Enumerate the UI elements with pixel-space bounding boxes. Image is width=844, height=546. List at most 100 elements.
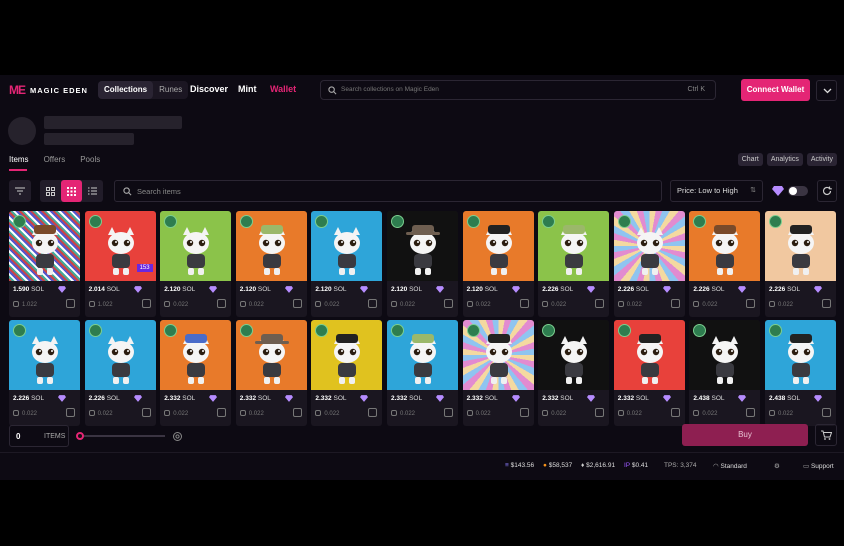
items-search-input[interactable]: Search items (114, 180, 662, 202)
cart-button[interactable] (815, 424, 837, 446)
priority-mode[interactable]: ◠ Standard (713, 462, 747, 470)
tab-analytics[interactable]: Analytics (766, 153, 803, 166)
item-card[interactable]: 2.120 SOL 0.022 (160, 211, 232, 317)
nav-link-wallet[interactable]: Wallet (270, 84, 296, 94)
quantity-slider[interactable] (76, 432, 165, 440)
add-to-cart-icon[interactable] (368, 299, 378, 308)
item-card[interactable]: 2.332 SOL 0.022 (160, 320, 232, 426)
settings-icon[interactable] (172, 431, 183, 442)
item-card[interactable]: 2.226 SOL 0.022 (689, 211, 761, 317)
add-to-cart-icon[interactable] (292, 408, 302, 417)
add-to-cart-icon[interactable] (141, 408, 151, 417)
add-to-cart-icon[interactable] (292, 299, 302, 308)
item-price: 2.332 SOL (467, 395, 498, 402)
gem-toggle[interactable] (788, 186, 808, 196)
add-to-cart-icon[interactable] (141, 299, 151, 308)
sort-select[interactable]: Price: Low to High ⇅ (670, 180, 763, 202)
collection-badge-icon (391, 215, 404, 228)
tab-collections[interactable]: Collections (98, 81, 154, 99)
item-card[interactable]: 2.332 SOL 0.022 (387, 320, 458, 426)
buy-button[interactable]: Buy (682, 424, 808, 446)
price-unit: SOL (31, 395, 45, 402)
settings-gear-icon[interactable]: ⚙ (774, 462, 780, 470)
add-to-cart-icon[interactable] (670, 408, 680, 417)
item-card[interactable]: 2.332 SOL 0.022 (235, 320, 307, 426)
tab-items[interactable]: Items (9, 155, 29, 164)
item-card[interactable]: 2.332 SOL 0.022 (538, 320, 610, 426)
item-card[interactable]: 2.226 SOL 0.022 (84, 320, 156, 426)
price-value: 1.590 (13, 286, 30, 293)
item-price: 2.120 SOL (467, 286, 498, 293)
support-link[interactable]: ▭ Support (803, 462, 834, 470)
add-to-cart-icon[interactable] (822, 408, 831, 417)
add-to-cart-icon[interactable] (217, 299, 227, 308)
add-to-cart-icon[interactable] (444, 299, 453, 308)
add-to-cart-icon[interactable] (746, 299, 756, 308)
add-to-cart-icon[interactable] (519, 408, 529, 417)
item-card[interactable]: 2.120 SOL 0.022 (462, 211, 534, 317)
tab-offers[interactable]: Offers (44, 155, 66, 164)
btc-icon: ● (543, 462, 547, 469)
item-card[interactable]: 2.438 SOL 0.022 (765, 320, 836, 426)
item-last-sale: 0.022 (693, 301, 717, 308)
item-card[interactable]: 2.120 SOL 0.022 (235, 211, 307, 317)
refresh-button[interactable] (817, 180, 837, 202)
item-card[interactable]: 2.226 SOL 0.022 (613, 211, 685, 317)
add-to-cart-icon[interactable] (66, 299, 75, 308)
item-card[interactable]: 2.332 SOL 0.022 (613, 320, 685, 426)
menu-button[interactable] (816, 80, 837, 101)
last-sale-value: 0.022 (324, 411, 340, 417)
brand-logo[interactable]: ME MAGIC EDEN (9, 83, 88, 97)
grid-large-view-button[interactable] (40, 180, 61, 202)
connect-wallet-button[interactable]: Connect Wallet (741, 79, 810, 101)
item-card[interactable]: 1.590 SOL 1.022 (9, 211, 80, 317)
item-card[interactable]: 2.120 SOL 0.022 (311, 211, 383, 317)
gem-icon (360, 395, 369, 402)
price-unit: SOL (560, 286, 574, 293)
item-card[interactable]: 2.226 SOL 0.022 (9, 320, 80, 426)
ip-price: $0.41 (631, 462, 649, 469)
add-to-cart-icon[interactable] (66, 408, 75, 417)
item-card[interactable]: 2.226 SOL 0.022 (538, 211, 610, 317)
item-card[interactable]: 2.226 SOL 0.022 (765, 211, 836, 317)
tab-pools[interactable]: Pools (80, 155, 100, 164)
tab-chart[interactable]: Chart (737, 153, 763, 166)
filter-button[interactable] (9, 180, 31, 202)
gem-icon (662, 395, 671, 402)
add-to-cart-icon[interactable] (368, 408, 378, 417)
price-value: 2.014 (88, 286, 105, 293)
add-to-cart-icon[interactable] (444, 408, 453, 417)
grid-small-icon (67, 186, 76, 196)
add-to-cart-icon[interactable] (746, 408, 756, 417)
add-to-cart-icon[interactable] (217, 408, 227, 417)
tab-activity[interactable]: Activity (806, 153, 837, 166)
toggle-knob (789, 187, 797, 195)
grid-small-view-button[interactable] (61, 180, 82, 202)
add-to-cart-icon[interactable] (822, 299, 831, 308)
item-card[interactable]: 153 2.014 SOL 1.022 (84, 211, 156, 317)
item-card[interactable]: 2.438 SOL 0.022 (689, 320, 761, 426)
add-to-cart-icon[interactable] (595, 408, 605, 417)
add-to-cart-icon[interactable] (670, 299, 680, 308)
last-sale-icon (769, 410, 775, 416)
item-last-sale: 0.022 (769, 301, 793, 308)
last-sale-icon (391, 410, 397, 416)
tab-runes[interactable]: Runes (153, 81, 188, 99)
nav-link-mint[interactable]: Mint (238, 84, 257, 94)
last-sale-icon (391, 301, 397, 307)
add-to-cart-icon[interactable] (595, 299, 605, 308)
nav-link-discover[interactable]: Discover (190, 84, 228, 94)
item-card[interactable]: 2.332 SOL 0.022 (311, 320, 383, 426)
last-sale-icon (542, 410, 549, 416)
price-unit: SOL (787, 395, 801, 402)
item-card[interactable]: 2.332 SOL 0.022 (462, 320, 534, 426)
item-price: 2.226 SOL (89, 395, 120, 402)
slider-handle[interactable] (76, 432, 84, 440)
global-search-input[interactable]: Search collections on Magic Eden Ctrl K (320, 80, 716, 100)
item-price: 2.226 SOL (13, 395, 44, 402)
quantity-input[interactable]: 0 ITEMS (9, 425, 69, 447)
search-icon (123, 187, 132, 196)
list-view-button[interactable] (82, 180, 103, 202)
add-to-cart-icon[interactable] (519, 299, 529, 308)
item-card[interactable]: 2.120 SOL 0.022 (387, 211, 458, 317)
